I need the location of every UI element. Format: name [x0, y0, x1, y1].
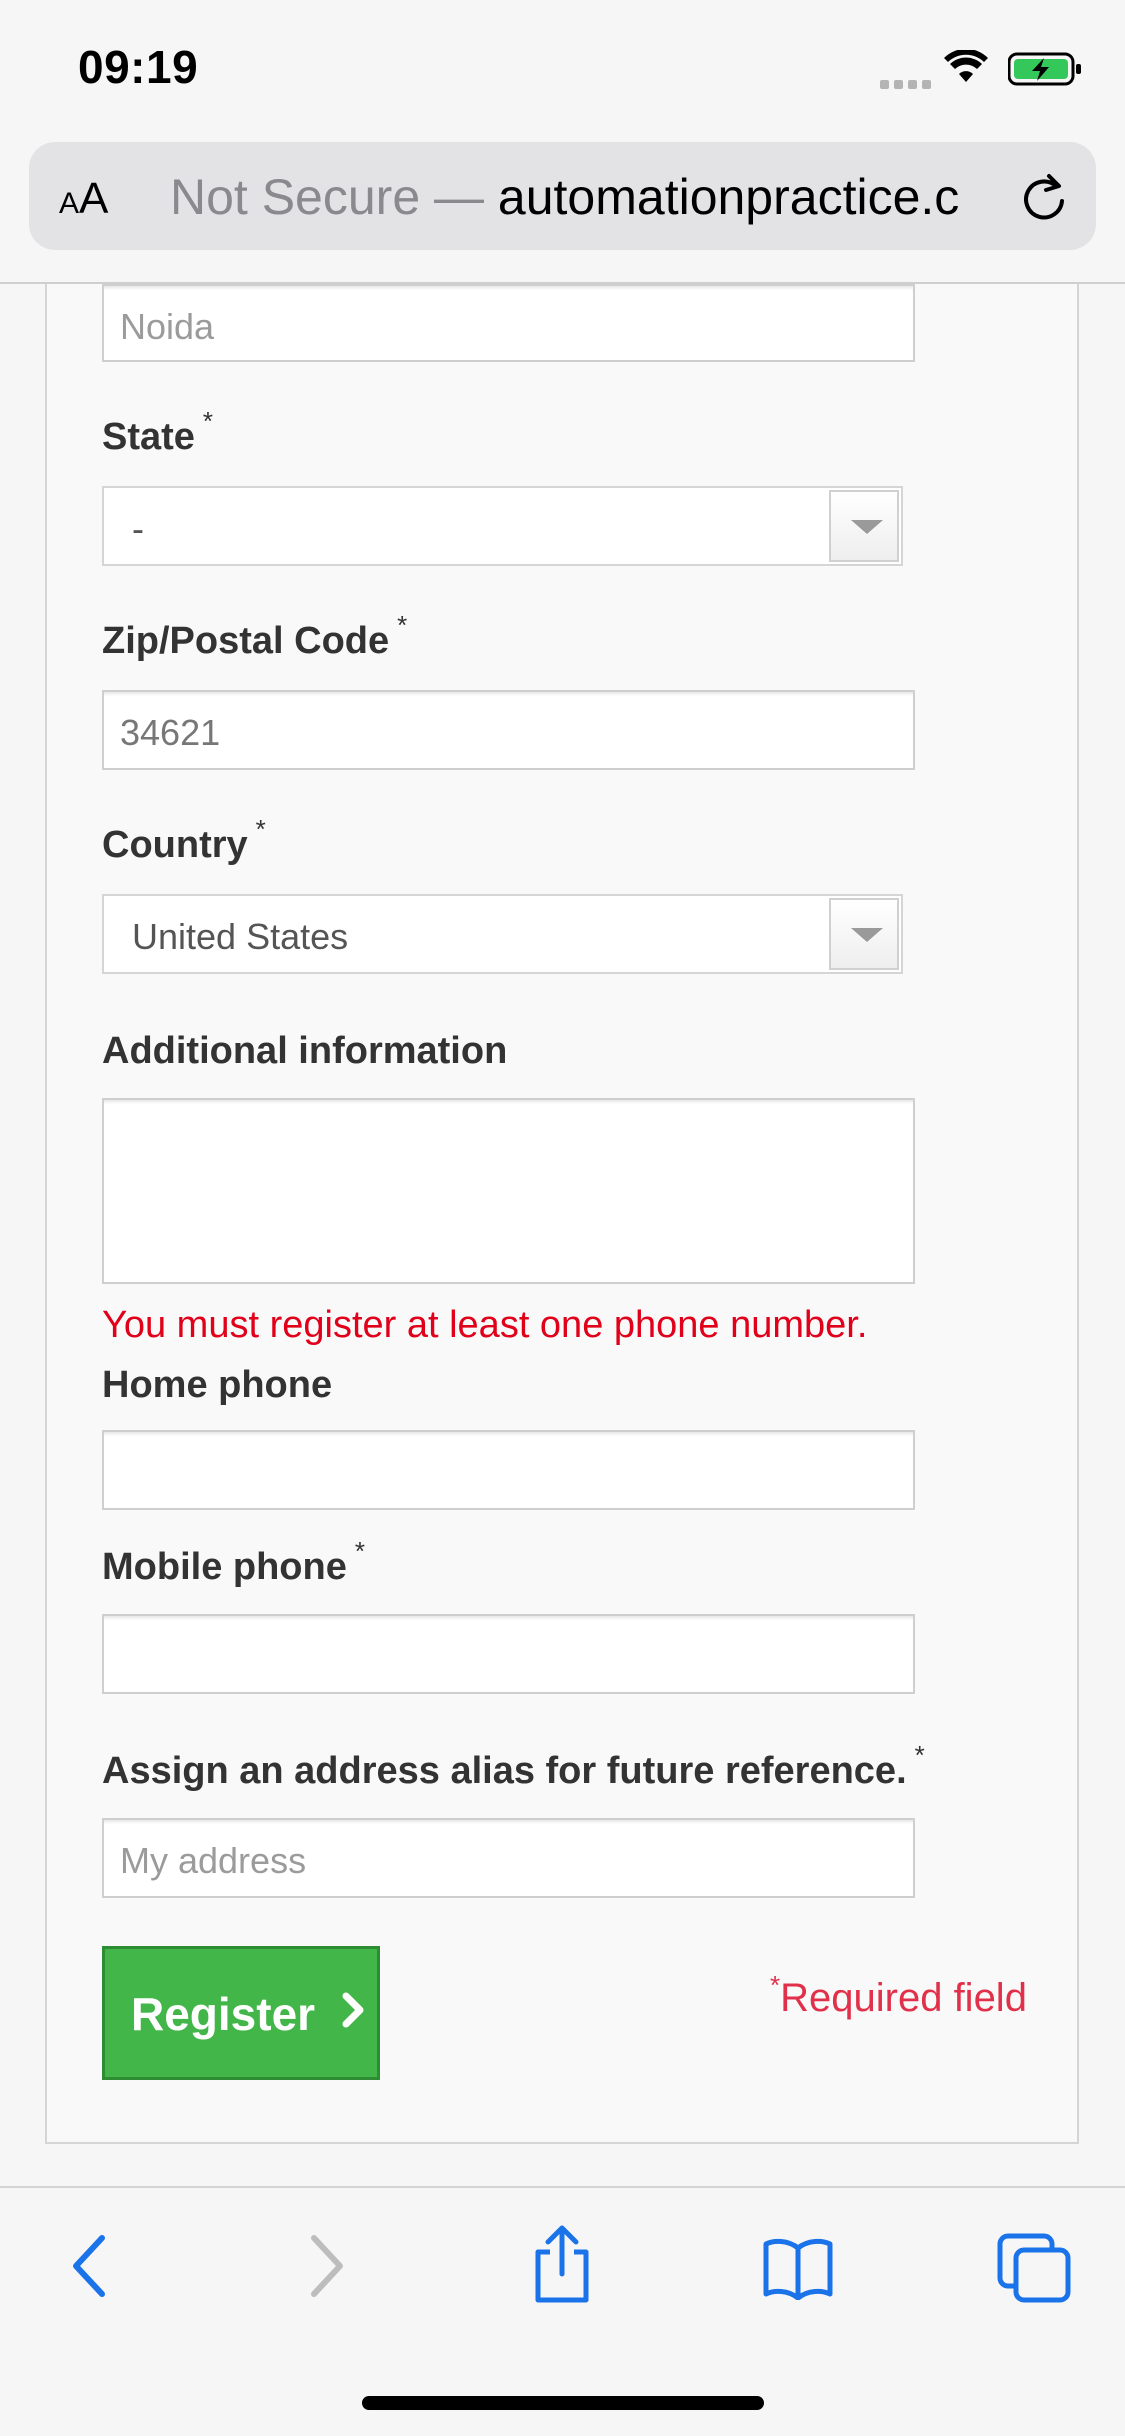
additional-info-textarea[interactable]: [102, 1098, 915, 1284]
home-indicator: [362, 2396, 764, 2410]
security-warning: Not Secure —: [170, 169, 485, 225]
mobile-phone-input[interactable]: [102, 1614, 915, 1694]
forward-icon[interactable]: [306, 2234, 346, 2298]
home-phone-input[interactable]: [102, 1430, 915, 1510]
country-select[interactable]: United States: [102, 894, 903, 974]
wifi-icon: [944, 50, 988, 82]
alias-label: Assign an address alias for future refer…: [102, 1740, 925, 1792]
zip-label: Zip/Postal Code *: [102, 610, 408, 662]
battery-charging-icon: [1008, 52, 1081, 86]
zip-input[interactable]: 34621: [102, 690, 915, 770]
chevron-down-icon[interactable]: [829, 898, 899, 970]
alias-input[interactable]: My address: [102, 1818, 915, 1898]
phone-error-message: You must register at least one phone num…: [102, 1304, 868, 1346]
country-label: Country *: [102, 814, 266, 866]
mobile-phone-label: Mobile phone *: [102, 1536, 365, 1588]
text-size-button[interactable]: AA: [59, 174, 108, 224]
url-text[interactable]: Not Secure — automationpractice.c: [170, 168, 959, 226]
additional-info-label: Additional information: [102, 1030, 508, 1072]
state-label: State *: [102, 406, 214, 458]
city-input[interactable]: Noida: [102, 284, 915, 362]
domain: automationpractice.c: [497, 169, 960, 225]
cellular-signal-icon: [880, 76, 936, 89]
share-icon[interactable]: [530, 2224, 594, 2304]
required-field-note: *Required field: [770, 1970, 1027, 2020]
home-phone-label: Home phone: [102, 1364, 333, 1406]
tabs-icon[interactable]: [996, 2232, 1072, 2304]
register-button[interactable]: Register: [102, 1946, 380, 2080]
url-bar[interactable]: AA Not Secure — automationpractice.c: [29, 142, 1096, 250]
status-time: 09:19: [78, 41, 199, 93]
chevron-right-icon: [342, 1992, 364, 2028]
state-select[interactable]: -: [102, 486, 903, 566]
bookmarks-icon[interactable]: [762, 2236, 834, 2300]
chevron-down-icon[interactable]: [829, 490, 899, 562]
browser-chrome: 09:19 AA Not Secure — automationpractice…: [0, 0, 1125, 284]
back-icon[interactable]: [70, 2234, 110, 2298]
reload-icon[interactable]: [1019, 170, 1069, 222]
